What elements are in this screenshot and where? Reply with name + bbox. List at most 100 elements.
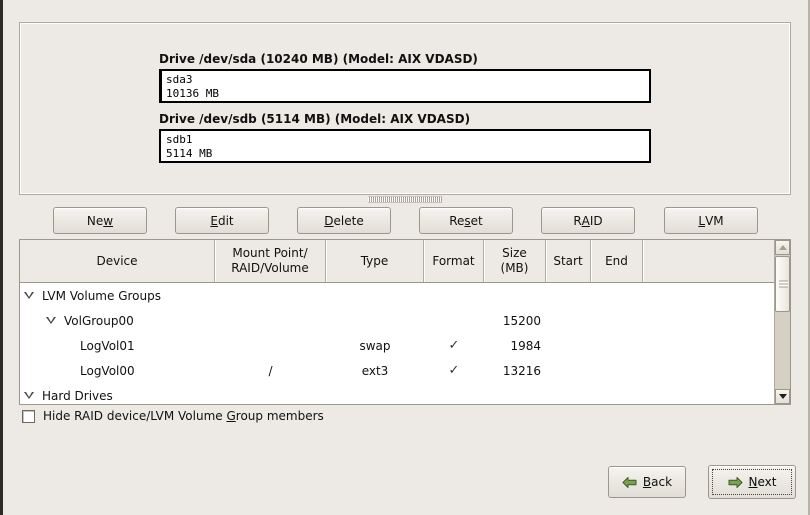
partition-sda3[interactable]: sda3 10136 MB bbox=[161, 71, 649, 101]
partition-table: Device Mount Point/ RAID/Volume Type For… bbox=[19, 239, 791, 405]
chevron-up-icon bbox=[779, 245, 787, 250]
cell-type: swap bbox=[326, 333, 424, 358]
row-device-label: LogVol01 bbox=[80, 339, 135, 353]
row-format-check: ✓ bbox=[449, 363, 460, 378]
panel-splitter[interactable] bbox=[19, 196, 791, 206]
cell-device: Hard Drives bbox=[24, 383, 215, 404]
column-header-size[interactable]: Size (MB) bbox=[484, 240, 546, 282]
cell-start bbox=[546, 358, 586, 383]
cell-format: ✓ bbox=[424, 333, 484, 358]
reset-button[interactable]: Reset bbox=[419, 207, 513, 234]
reset-button-label-pre: Re bbox=[449, 214, 464, 228]
table-row[interactable]: LVM Volume Groups bbox=[20, 283, 790, 308]
hide-members-label: Hide RAID device/LVM Volume Group member… bbox=[43, 409, 324, 423]
back-label-post: ack bbox=[651, 475, 672, 489]
hide-members-mnemonic: G bbox=[226, 409, 235, 423]
cell-type: ext3 bbox=[326, 358, 424, 383]
expander-triangle-icon[interactable] bbox=[46, 317, 56, 324]
column-header-end-label: End bbox=[605, 254, 628, 269]
cell-type bbox=[326, 308, 424, 333]
table-row[interactable]: Hard Drives bbox=[20, 383, 790, 404]
row-format-check: ✓ bbox=[449, 338, 460, 353]
table-row[interactable]: LogVol00 / ext3 ✓ 13216 bbox=[20, 358, 790, 383]
row-type-label: swap bbox=[359, 339, 390, 353]
cell-end bbox=[591, 308, 638, 333]
row-type-label: ext3 bbox=[362, 364, 389, 378]
lvm-button-label-post: VM bbox=[705, 214, 724, 228]
new-button-mnemonic: w bbox=[103, 214, 113, 228]
scroll-down-button[interactable] bbox=[775, 389, 790, 404]
reset-button-label-post: et bbox=[471, 214, 483, 228]
expander-triangle-icon[interactable] bbox=[24, 292, 34, 299]
row-device-label: LVM Volume Groups bbox=[42, 289, 161, 303]
arrow-left-green-icon bbox=[622, 476, 637, 489]
row-size-label: 13216 bbox=[503, 364, 541, 378]
hide-members-checkbox-row[interactable]: Hide RAID device/LVM Volume Group member… bbox=[22, 409, 324, 423]
splitter-grip[interactable] bbox=[368, 196, 442, 203]
partition-sdb1[interactable]: sdb1 5114 MB bbox=[161, 131, 649, 161]
expander-triangle-icon[interactable] bbox=[24, 392, 34, 399]
cell-mountpoint bbox=[215, 333, 326, 358]
column-header-format-label: Format bbox=[432, 254, 474, 269]
cell-format: ✓ bbox=[424, 358, 484, 383]
partition-sdb1-name: sdb1 bbox=[166, 133, 649, 147]
hide-members-label-pre: Hide RAID device/LVM Volume bbox=[43, 409, 226, 423]
cell-start bbox=[546, 333, 586, 358]
back-button-text: Back bbox=[643, 475, 672, 489]
cell-mountpoint: / bbox=[215, 358, 326, 383]
column-header-size-line2: (MB) bbox=[501, 261, 529, 276]
cell-format bbox=[424, 283, 484, 308]
column-header-device[interactable]: Device bbox=[20, 240, 215, 282]
column-header-start[interactable]: Start bbox=[546, 240, 591, 282]
edit-button-label-post: dit bbox=[218, 214, 234, 228]
raid-button-label-post: ID bbox=[590, 214, 603, 228]
column-header-mountpoint-line1: Mount Point/ bbox=[232, 246, 307, 261]
cell-size: 1984 bbox=[484, 333, 541, 358]
cell-type bbox=[326, 283, 424, 308]
drive-title-sdb: Drive /dev/sdb (5114 MB) (Model: AIX VDA… bbox=[159, 112, 651, 126]
row-device-label: VolGroup00 bbox=[64, 314, 134, 328]
table-row[interactable]: VolGroup00 15200 bbox=[20, 308, 790, 333]
column-header-format[interactable]: Format bbox=[424, 240, 484, 282]
raid-button-label-pre: R bbox=[573, 214, 581, 228]
next-label-post: ext bbox=[758, 475, 777, 489]
table-body: LVM Volume Groups bbox=[20, 283, 790, 404]
column-header-end[interactable]: End bbox=[591, 240, 643, 282]
drive-title-sda: Drive /dev/sda (10240 MB) (Model: AIX VD… bbox=[159, 52, 651, 66]
row-size-label: 1984 bbox=[510, 339, 541, 353]
column-header-mountpoint[interactable]: Mount Point/ RAID/Volume bbox=[215, 240, 326, 282]
next-button-focus-ring: Next bbox=[712, 469, 792, 495]
delete-button-mnemonic: D bbox=[324, 214, 333, 228]
row-device-label: LogVol00 bbox=[80, 364, 135, 378]
column-header-type[interactable]: Type bbox=[326, 240, 424, 282]
column-header-mountpoint-line2: RAID/Volume bbox=[231, 261, 309, 276]
edit-button[interactable]: Edit bbox=[175, 207, 269, 234]
hide-members-label-post: roup members bbox=[236, 409, 324, 423]
next-mnemonic: N bbox=[749, 475, 758, 489]
row-device-label: Hard Drives bbox=[42, 389, 113, 403]
drive-bar-sda: sda3 10136 MB bbox=[159, 69, 651, 103]
column-header-type-label: Type bbox=[361, 254, 389, 269]
new-button-label-pre: Ne bbox=[87, 214, 103, 228]
next-button[interactable]: Next bbox=[708, 465, 796, 499]
new-button[interactable]: New bbox=[53, 207, 147, 234]
window-left-edge bbox=[0, 0, 3, 515]
partition-sda3-name: sda3 bbox=[166, 73, 649, 87]
hide-members-checkbox[interactable] bbox=[22, 410, 35, 423]
table-vertical-scrollbar[interactable] bbox=[774, 240, 790, 404]
column-header-size-line1: Size bbox=[502, 246, 527, 261]
cell-size bbox=[484, 283, 541, 308]
scrollbar-thumb[interactable] bbox=[775, 256, 790, 312]
lvm-button[interactable]: LVM bbox=[664, 207, 758, 234]
partition-sdb1-size: 5114 MB bbox=[166, 147, 649, 161]
back-button[interactable]: Back bbox=[608, 466, 686, 498]
cell-size: 13216 bbox=[484, 358, 541, 383]
raid-button[interactable]: RAID bbox=[541, 207, 635, 234]
cell-start bbox=[546, 283, 586, 308]
row-mount-label: / bbox=[268, 364, 272, 378]
delete-button[interactable]: Delete bbox=[297, 207, 391, 234]
partition-sda3-size: 10136 MB bbox=[166, 87, 649, 101]
next-button-text: Next bbox=[749, 475, 777, 489]
table-row[interactable]: LogVol01 swap ✓ 1984 bbox=[20, 333, 790, 358]
scroll-up-button[interactable] bbox=[775, 240, 790, 255]
